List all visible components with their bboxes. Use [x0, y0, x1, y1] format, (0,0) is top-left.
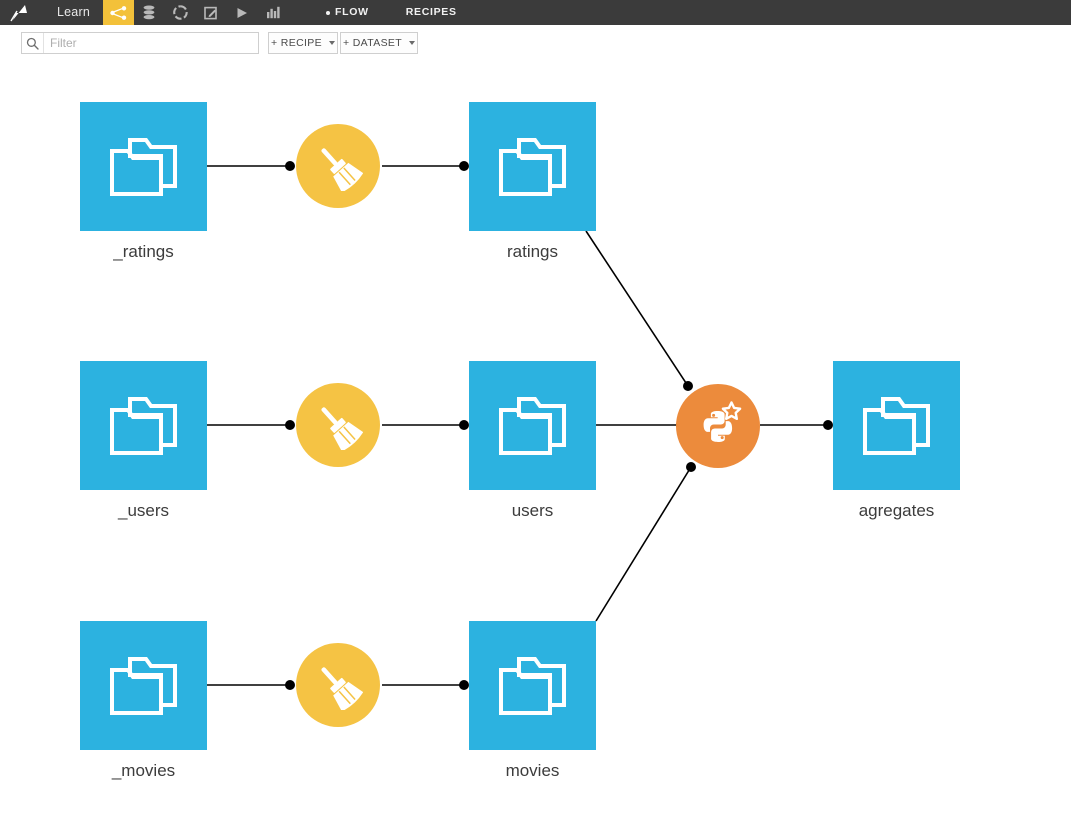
- flow-edge-endpoint: [823, 420, 833, 430]
- nav-learn-link[interactable]: Learn: [44, 0, 103, 25]
- flow-edge-endpoint: [683, 381, 693, 391]
- recipe-node-prepare-movies[interactable]: [296, 643, 380, 727]
- top-navigation-bar: Learn FLOW RECIPES: [0, 0, 1071, 25]
- flow-canvas[interactable]: _ratings ratings _users users _movies mo…: [0, 75, 1071, 836]
- search-icon: [26, 37, 39, 50]
- nav-section-recipes[interactable]: RECIPES: [397, 0, 466, 25]
- dataset-folder-icon: [498, 137, 566, 196]
- dataset-folder-icon: [109, 137, 177, 196]
- dataset-label-agregates: agregates: [858, 501, 935, 520]
- recipe-node-python-join[interactable]: [676, 384, 760, 468]
- app-logo[interactable]: [0, 0, 44, 25]
- dataset-folder-icon: [109, 656, 177, 715]
- nav-datasets-icon-button[interactable]: [134, 0, 165, 25]
- datasets-icon: [144, 5, 155, 20]
- broom-icon: [321, 667, 363, 710]
- flow-edge-endpoint: [459, 680, 469, 690]
- dataset-node-ratings[interactable]: [469, 102, 596, 231]
- broom-icon: [321, 148, 363, 191]
- chevron-down-icon: [328, 41, 335, 45]
- dataset-node-agregates[interactable]: [833, 361, 960, 490]
- dataset-node-_users[interactable]: [80, 361, 207, 490]
- add-dataset-label: + DATASET: [342, 37, 403, 49]
- dataset-label-ratings: ratings: [506, 242, 559, 261]
- add-dataset-button[interactable]: + DATASET: [340, 32, 418, 54]
- nav-flow-icon-button[interactable]: [102, 0, 134, 25]
- active-dot-icon: [325, 10, 330, 15]
- nav-run-icon-button[interactable]: [227, 0, 258, 25]
- nav-section-recipes-label: RECIPES: [405, 6, 457, 18]
- dataset-node-users[interactable]: [469, 361, 596, 490]
- lab-icon: [173, 5, 188, 20]
- flow-edge-endpoint: [285, 161, 295, 171]
- broom-icon: [321, 407, 363, 450]
- flow-edge-endpoint: [285, 420, 295, 430]
- add-recipe-button[interactable]: + RECIPE: [268, 32, 338, 54]
- search-icon-box: [22, 33, 44, 53]
- dataset-node-movies[interactable]: [469, 621, 596, 750]
- dataset-folder-icon: [109, 396, 177, 455]
- dataset-node-_ratings[interactable]: [80, 102, 207, 231]
- dataset-folder-icon: [498, 396, 566, 455]
- run-icon: [237, 7, 248, 18]
- dataset-folder-icon: [498, 656, 566, 715]
- flow-icon: [110, 5, 127, 20]
- nav-lab-icon-button[interactable]: [165, 0, 196, 25]
- flow-edge-endpoint: [459, 420, 469, 430]
- flow-edge-endpoint: [285, 680, 295, 690]
- flow-edge-endpoint: [459, 161, 469, 171]
- dataset-folder-icon: [862, 396, 930, 455]
- flow-toolbar: + RECIPE + DATASET 4 recipes and 7 datas…: [0, 25, 1071, 95]
- dataset-label-movies: movies: [505, 761, 560, 780]
- chevron-down-icon: [409, 41, 416, 45]
- dataset-label-users: users: [511, 501, 554, 520]
- recipe-node-prepare-ratings[interactable]: [296, 124, 380, 208]
- dataset-label-_ratings: _ratings: [113, 242, 174, 261]
- dataiku-logo-icon: [10, 4, 27, 21]
- dashboard-icon: [266, 6, 280, 19]
- nav-dashboard-icon-button[interactable]: [258, 0, 289, 25]
- python-icon: [703, 401, 742, 442]
- dataset-label-_users: _users: [117, 501, 170, 520]
- dataset-node-_movies[interactable]: [80, 621, 207, 750]
- add-recipe-label: + RECIPE: [271, 37, 322, 49]
- nav-notebook-icon-button[interactable]: [196, 0, 227, 25]
- dataset-label-_movies: _movies: [111, 761, 176, 780]
- nav-section-flow-label: FLOW: [334, 6, 369, 18]
- notebook-icon: [204, 6, 218, 19]
- filter-search-box[interactable]: [21, 32, 259, 54]
- nav-section-flow[interactable]: FLOW: [317, 0, 378, 25]
- flow-edge-endpoint: [686, 462, 696, 472]
- flow-edge: [595, 466, 692, 622]
- recipe-node-prepare-users[interactable]: [296, 383, 380, 467]
- filter-input[interactable]: [44, 33, 258, 53]
